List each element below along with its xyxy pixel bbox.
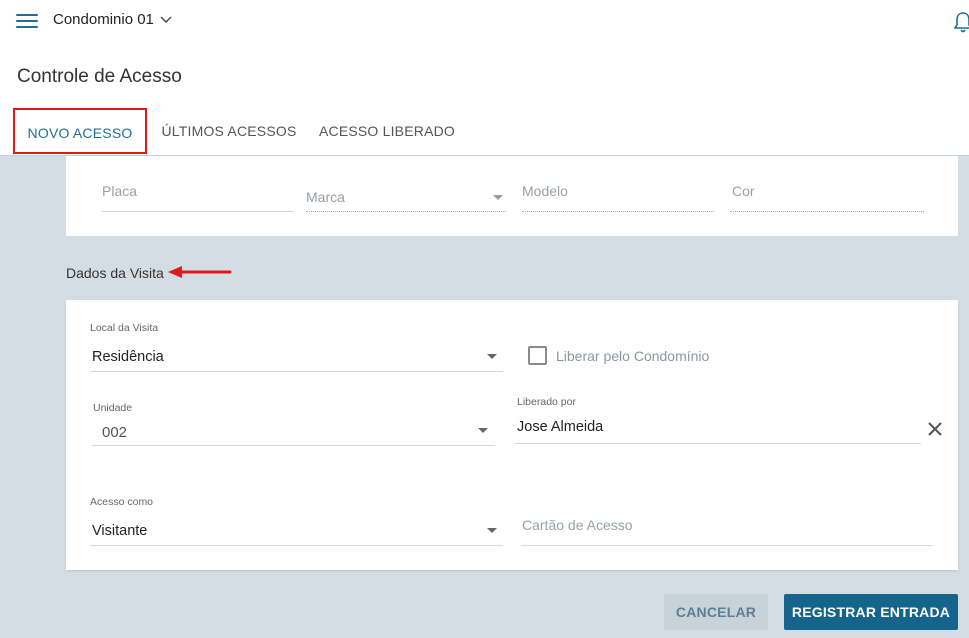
cor-input[interactable]: Cor — [732, 183, 755, 199]
local-visita-underline — [90, 371, 503, 372]
dropdown-caret-icon — [487, 354, 497, 359]
unidade-select[interactable]: 002 — [102, 424, 127, 441]
modelo-underline — [522, 211, 714, 212]
visit-card: Local da Visita Residência Liberar pelo … — [66, 300, 958, 570]
placa-input[interactable]: Placa — [102, 183, 137, 199]
tab-acesso-liberado[interactable]: ACESSO LIBERADO — [318, 108, 456, 154]
liberar-condominio-label: Liberar pelo Condomínio — [556, 348, 710, 364]
dropdown-caret-icon — [478, 428, 488, 433]
acesso-como-select[interactable]: Visitante — [92, 523, 147, 539]
top-header: Condominio 01 Controle de Acesso NOVO AC… — [0, 0, 969, 156]
placa-underline — [102, 211, 294, 212]
bell-icon[interactable] — [953, 11, 969, 33]
acesso-como-underline — [90, 545, 503, 546]
page-title: Controle de Acesso — [17, 66, 182, 87]
dropdown-caret-icon — [487, 528, 497, 533]
unidade-label: Unidade — [93, 402, 133, 414]
cartao-acesso-underline — [521, 545, 933, 546]
marca-underline — [306, 211, 506, 212]
acesso-como-label: Acesso como — [90, 496, 154, 508]
cartao-acesso-input[interactable]: Cartão de Acesso — [522, 517, 633, 533]
chevron-down-icon — [160, 16, 172, 23]
section-title-dados-visita: Dados da Visita — [66, 265, 164, 281]
liberado-por-underline — [515, 443, 921, 444]
liberado-por-label: Liberado por — [517, 396, 576, 408]
liberar-condominio-checkbox[interactable] — [528, 346, 547, 365]
vehicle-card: Placa Marca Modelo Cor — [66, 156, 958, 236]
tab-novo-acesso[interactable]: NOVO ACESSO — [13, 108, 147, 154]
local-visita-select[interactable]: Residência — [92, 349, 164, 365]
registrar-entrada-button[interactable]: REGISTRAR ENTRADA — [784, 594, 958, 630]
close-icon[interactable] — [926, 420, 944, 438]
condo-selector[interactable]: Condominio 01 — [53, 11, 172, 28]
marca-select[interactable]: Marca — [306, 189, 345, 205]
liberado-por-input[interactable]: Jose Almeida — [517, 419, 603, 435]
cor-underline — [730, 211, 924, 212]
unidade-underline — [92, 445, 495, 446]
local-visita-label: Local da Visita — [90, 322, 159, 334]
tab-bar: NOVO ACESSO ÚLTIMOS ACESSOS ACESSO LIBER… — [0, 108, 969, 156]
condo-name: Condominio 01 — [53, 11, 154, 28]
tab-ultimos-acessos[interactable]: ÚLTIMOS ACESSOS — [160, 108, 298, 154]
dropdown-caret-icon — [493, 195, 503, 200]
arrow-left-icon — [168, 266, 232, 278]
cancel-button[interactable]: CANCELAR — [664, 594, 768, 630]
modelo-input[interactable]: Modelo — [522, 183, 568, 199]
menu-icon[interactable] — [16, 13, 38, 29]
